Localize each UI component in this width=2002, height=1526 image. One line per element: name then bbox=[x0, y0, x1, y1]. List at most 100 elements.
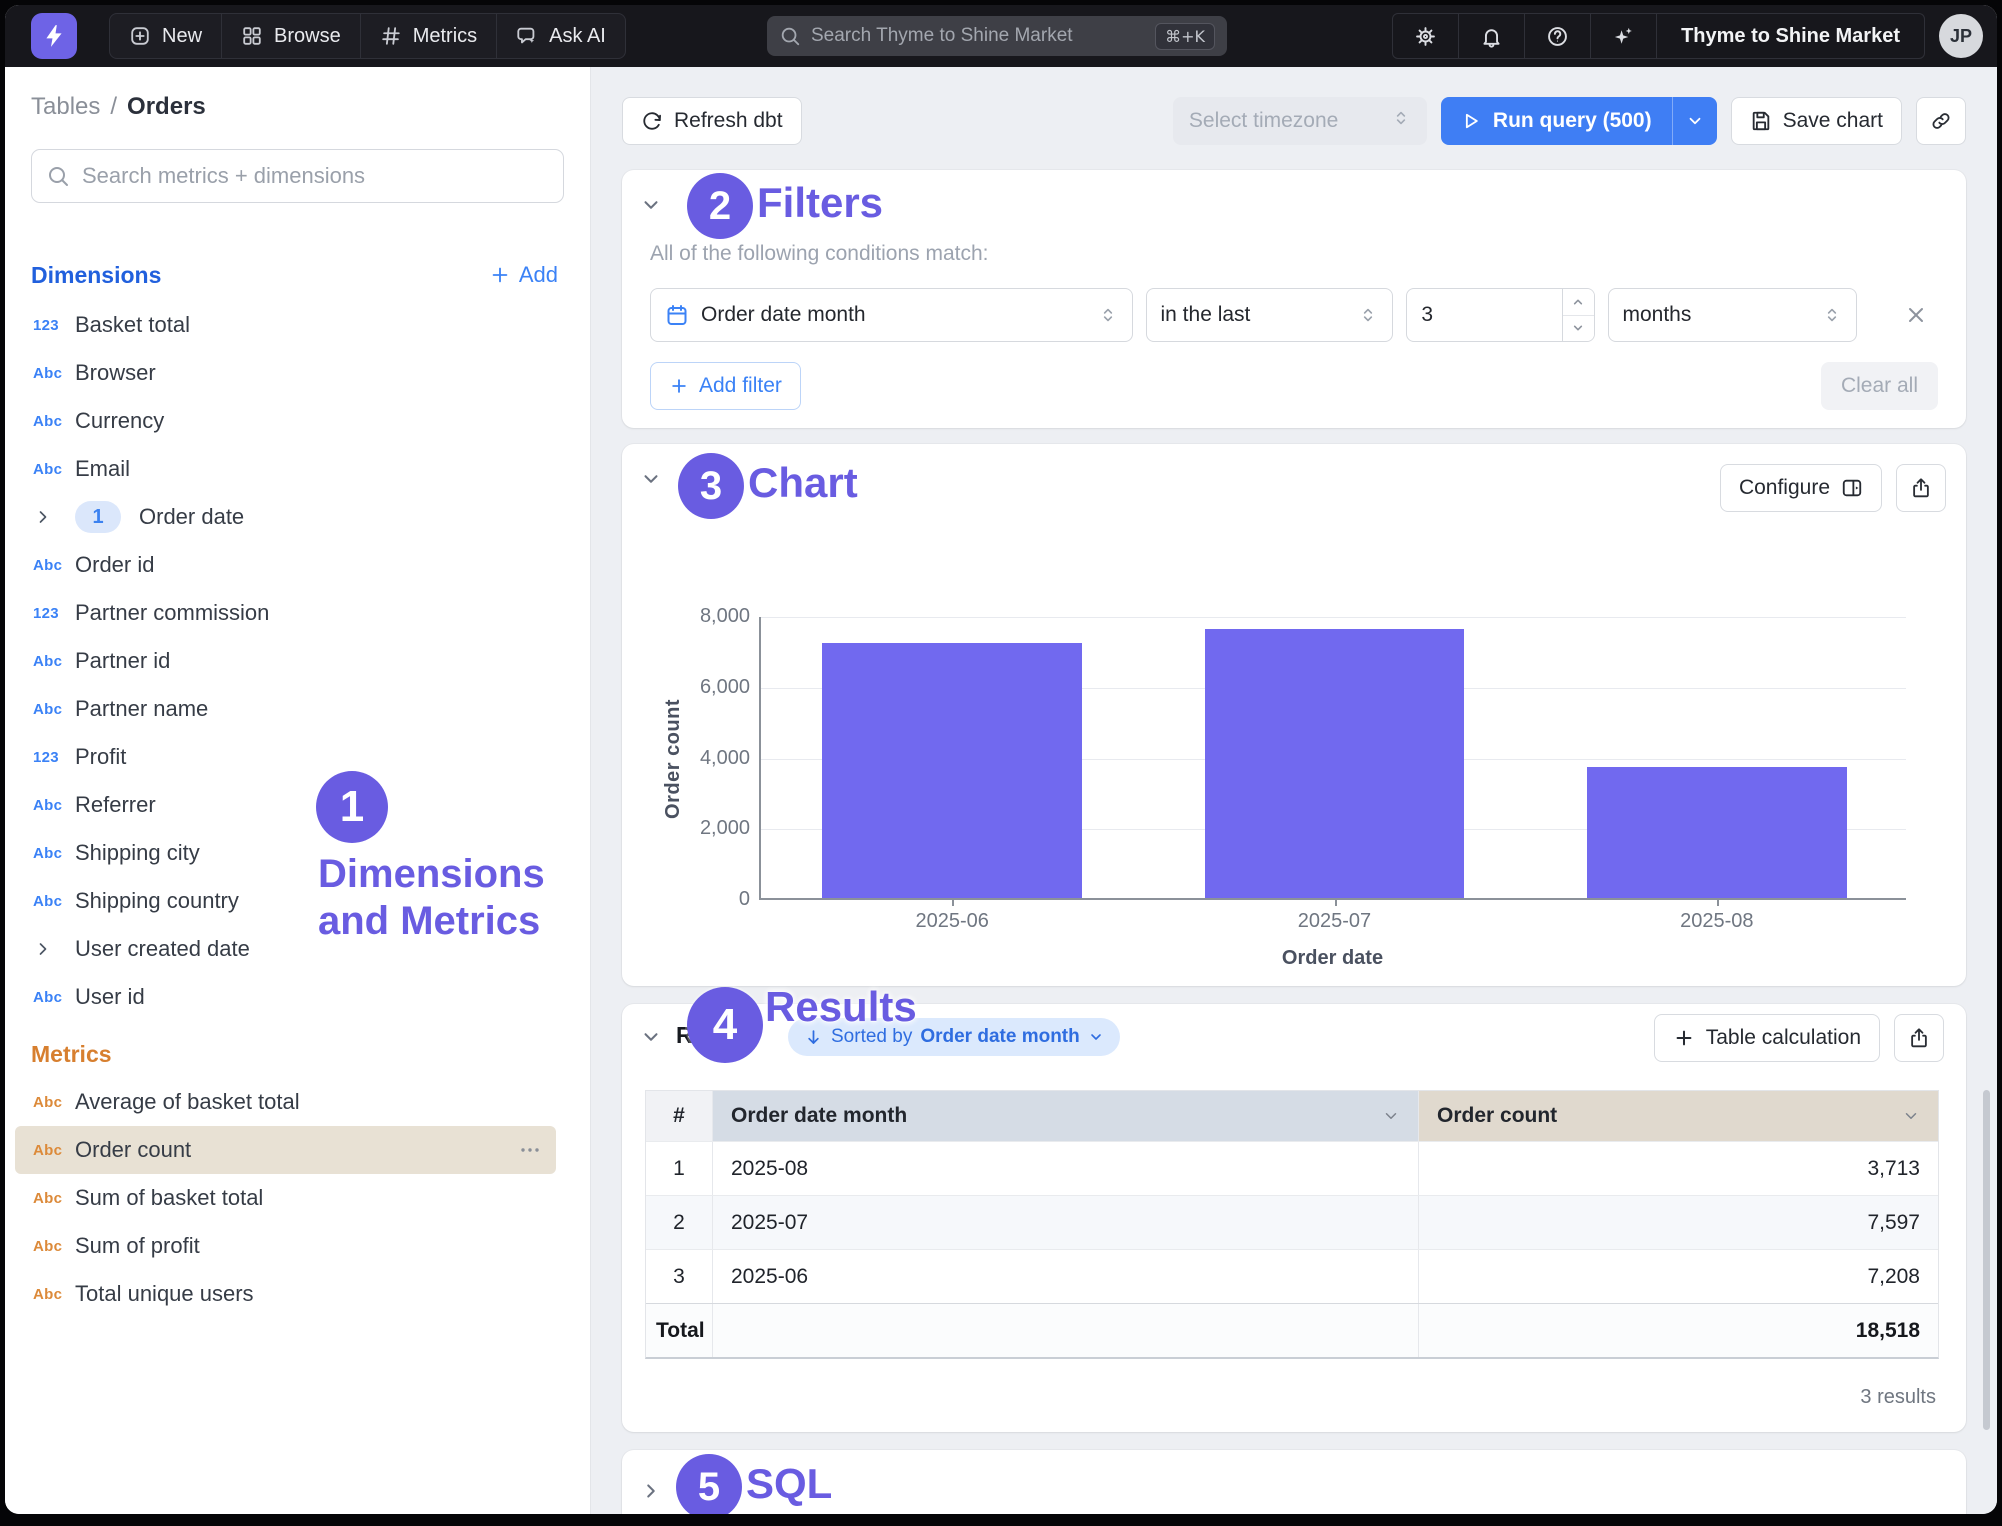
remove-filter-button[interactable] bbox=[1894, 293, 1938, 337]
save-chart-button[interactable]: Save chart bbox=[1731, 97, 1902, 145]
nav-metrics-button[interactable]: Metrics bbox=[361, 14, 497, 58]
bar-2025-07[interactable] bbox=[1205, 629, 1465, 898]
table-calculation-label: Table calculation bbox=[1706, 1026, 1861, 1050]
global-search-placeholder: Search Thyme to Shine Market bbox=[811, 25, 1073, 47]
table-row[interactable]: 12025-083,713 bbox=[646, 1141, 1938, 1195]
chevron-right-icon[interactable] bbox=[33, 507, 75, 527]
refresh-dbt-label: Refresh dbt bbox=[674, 109, 783, 133]
field-label: Order id bbox=[75, 552, 154, 578]
metric-item-total-unique-users[interactable]: AbcTotal unique users bbox=[15, 1270, 556, 1318]
sparkles-button[interactable] bbox=[1591, 14, 1657, 58]
table-row[interactable]: 32025-067,208 bbox=[646, 1249, 1938, 1303]
dimension-item-basket-total[interactable]: 123Basket total bbox=[15, 301, 556, 349]
bar-2025-06[interactable] bbox=[822, 643, 1082, 898]
chevron-right-icon[interactable] bbox=[33, 939, 75, 959]
table-calculation-button[interactable]: Table calculation bbox=[1654, 1014, 1880, 1062]
collapse-chart-chevron-icon[interactable] bbox=[640, 468, 662, 490]
filter-operator-select[interactable]: in the last bbox=[1146, 288, 1394, 342]
expand-sql-chevron-icon[interactable] bbox=[640, 1480, 662, 1502]
table-row[interactable]: 22025-077,597 bbox=[646, 1195, 1938, 1249]
help-button[interactable] bbox=[1525, 14, 1591, 58]
field-label: User id bbox=[75, 984, 145, 1010]
bar-2025-08[interactable] bbox=[1587, 767, 1847, 898]
nav-ask-ai-button[interactable]: Ask AI bbox=[497, 14, 625, 58]
numeric-type-icon: 123 bbox=[33, 317, 75, 334]
y-tick-label: 4,000 bbox=[662, 747, 750, 770]
breadcrumb-tables[interactable]: Tables bbox=[31, 93, 100, 121]
numeric-type-icon: 123 bbox=[33, 605, 75, 622]
total-value: 18,518 bbox=[1419, 1304, 1938, 1357]
metric-item-order-count[interactable]: AbcOrder count bbox=[15, 1126, 556, 1174]
stepper-down-button[interactable] bbox=[1563, 316, 1594, 342]
run-query-button[interactable]: Run query (500) bbox=[1441, 97, 1673, 145]
configure-chart-button[interactable]: Configure bbox=[1720, 464, 1882, 512]
nav-new-button[interactable]: New bbox=[110, 14, 222, 58]
field-label: Referrer bbox=[75, 792, 156, 818]
timezone-select[interactable]: Select timezone bbox=[1173, 97, 1427, 145]
metric-item-average-of-basket-total[interactable]: AbcAverage of basket total bbox=[15, 1078, 556, 1126]
fields-search-input[interactable]: Search metrics + dimensions bbox=[31, 149, 564, 203]
share-link-button[interactable] bbox=[1916, 97, 1966, 145]
y-tick-label: 6,000 bbox=[662, 676, 750, 699]
dimension-item-partner-id[interactable]: AbcPartner id bbox=[15, 637, 556, 685]
sidebar: Tables / Orders Search metrics + dimensi… bbox=[5, 67, 591, 1514]
dimension-item-referrer[interactable]: AbcReferrer bbox=[15, 781, 556, 829]
gear-button[interactable] bbox=[1393, 14, 1459, 58]
add-filter-button[interactable]: Add filter bbox=[650, 362, 801, 410]
field-label: Profit bbox=[75, 744, 126, 770]
text-type-icon: Abc bbox=[33, 989, 75, 1006]
bell-button[interactable] bbox=[1459, 14, 1525, 58]
add-dimension-button[interactable]: Add bbox=[483, 261, 564, 289]
dimension-item-profit[interactable]: 123Profit bbox=[15, 733, 556, 781]
chevron-down-icon bbox=[1088, 1029, 1104, 1045]
stepper-up-button[interactable] bbox=[1563, 289, 1594, 316]
dimension-item-browser[interactable]: AbcBrowser bbox=[15, 349, 556, 397]
avatar[interactable]: JP bbox=[1939, 14, 1983, 58]
export-results-button[interactable] bbox=[1894, 1014, 1944, 1062]
app-logo-icon[interactable] bbox=[31, 13, 77, 59]
metric-item-sum-of-profit[interactable]: AbcSum of profit bbox=[15, 1222, 556, 1270]
filter-value: 3 bbox=[1407, 289, 1561, 341]
total-month-cell bbox=[713, 1304, 1419, 1357]
column-header-order-date-month[interactable]: Order date month bbox=[713, 1091, 1419, 1141]
nav-browse-button[interactable]: Browse bbox=[222, 14, 361, 58]
row-index: 3 bbox=[646, 1250, 713, 1303]
x-tick-label: 2025-07 bbox=[1143, 910, 1525, 933]
scrollbar-thumb[interactable] bbox=[1983, 1090, 1990, 1430]
dimension-item-partner-name[interactable]: AbcPartner name bbox=[15, 685, 556, 733]
dimension-item-order-id[interactable]: AbcOrder id bbox=[15, 541, 556, 589]
filter-field-select[interactable]: Order date month bbox=[650, 288, 1133, 342]
dimension-item-currency[interactable]: AbcCurrency bbox=[15, 397, 556, 445]
export-chart-button[interactable] bbox=[1896, 464, 1946, 512]
dimension-item-partner-commission[interactable]: 123Partner commission bbox=[15, 589, 556, 637]
add-filter-label: Add filter bbox=[699, 374, 782, 398]
text-type-icon: Abc bbox=[33, 653, 75, 670]
gear-icon bbox=[1414, 25, 1437, 48]
chevron-updown-icon bbox=[1822, 305, 1842, 325]
text-type-icon: Abc bbox=[33, 461, 75, 478]
run-query-options-button[interactable] bbox=[1673, 97, 1717, 145]
filter-value-input[interactable]: 3 bbox=[1406, 288, 1594, 342]
refresh-dbt-button[interactable]: Refresh dbt bbox=[622, 97, 802, 145]
app-window: NewBrowseMetricsAsk AI Search Thyme to S… bbox=[5, 5, 1997, 1514]
x-tick-mark bbox=[1335, 898, 1337, 906]
filter-unit-value: months bbox=[1623, 303, 1692, 327]
dimension-item-user-id[interactable]: AbcUser id bbox=[15, 973, 556, 1021]
metric-item-sum-of-basket-total[interactable]: AbcSum of basket total bbox=[15, 1174, 556, 1222]
column-header-order-count[interactable]: Order count bbox=[1419, 1091, 1938, 1141]
search-shortcut-badge: ⌘+K bbox=[1155, 23, 1215, 50]
dimension-item-order-date[interactable]: 1Order date bbox=[15, 493, 556, 541]
clear-all-button[interactable]: Clear all bbox=[1821, 362, 1938, 410]
annotation-2-label: Filters bbox=[757, 179, 883, 227]
dimension-item-email[interactable]: AbcEmail bbox=[15, 445, 556, 493]
y-tick-label: 2,000 bbox=[662, 817, 750, 840]
annotation-1-circle: 1 bbox=[316, 771, 388, 843]
collapse-results-chevron-icon[interactable] bbox=[640, 1026, 662, 1048]
filter-rule-row: Order date month in the last 3 bbox=[650, 288, 1938, 342]
collapse-filters-chevron-icon[interactable] bbox=[640, 194, 662, 216]
org-switcher[interactable]: Thyme to Shine Market bbox=[1657, 14, 1924, 58]
global-search-input[interactable]: Search Thyme to Shine Market ⌘+K bbox=[767, 16, 1227, 56]
filter-unit-select[interactable]: months bbox=[1608, 288, 1858, 342]
more-options-icon[interactable] bbox=[518, 1138, 542, 1162]
x-tick-label: 2025-06 bbox=[761, 910, 1143, 933]
